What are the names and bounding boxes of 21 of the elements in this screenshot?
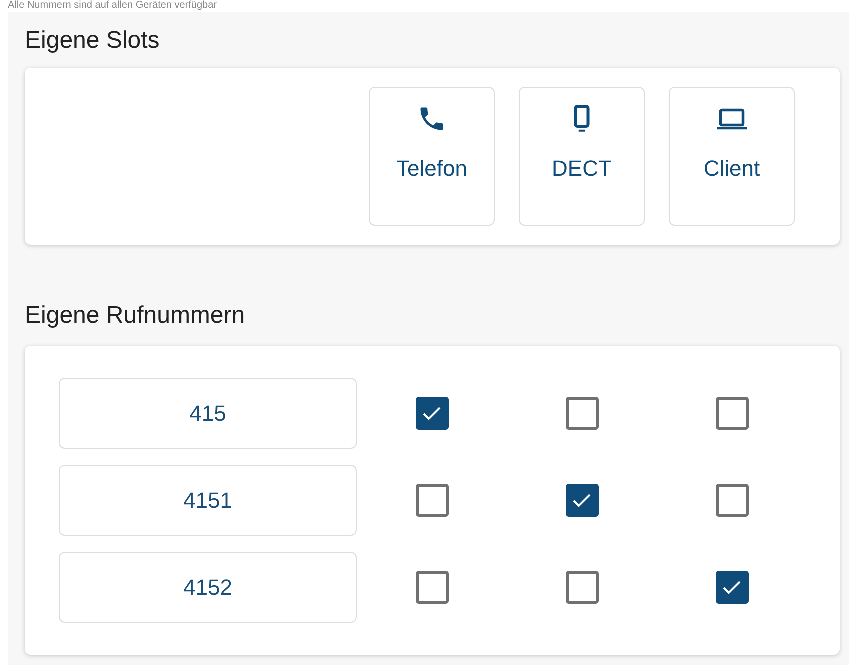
checkbox[interactable] [416, 397, 448, 430]
checkbox[interactable] [566, 484, 598, 517]
number-field[interactable]: 415 [59, 378, 357, 449]
notice-text: Alle Nummern sind auf allen Geräten verfügbar [7, 0, 218, 12]
device-slot-button[interactable]: Telefon [369, 87, 495, 226]
checkbox[interactable] [566, 397, 598, 430]
checkbox[interactable] [716, 571, 748, 604]
checkbox[interactable] [716, 397, 748, 430]
checkmark-icon [722, 580, 742, 596]
section-title: Eigene Slots [25, 26, 160, 56]
checkbox[interactable] [566, 571, 598, 604]
checkbox[interactable] [416, 571, 448, 604]
number-field[interactable]: 4151 [59, 465, 357, 536]
section-title: Eigene Rufnummern [25, 301, 246, 331]
checkmark-icon [422, 406, 442, 422]
checkbox[interactable] [416, 484, 448, 517]
checkbox[interactable] [716, 484, 748, 517]
number-field[interactable]: 4152 [59, 552, 357, 623]
device-slot-button[interactable]: DECT [519, 87, 645, 226]
checkmark-icon [572, 492, 592, 508]
device-slot-button[interactable]: Client [669, 87, 795, 226]
